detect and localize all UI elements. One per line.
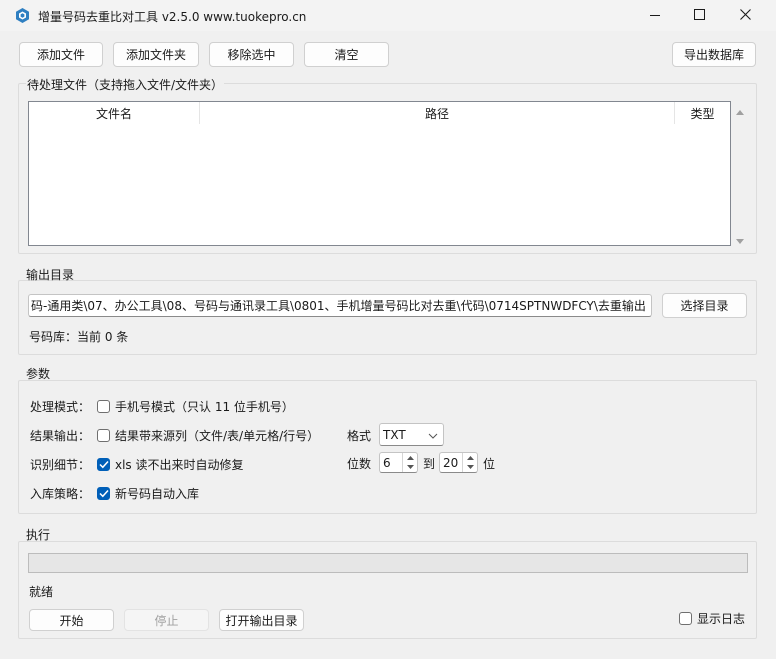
execute-title: 执行 [26, 528, 51, 542]
spin-up-icon[interactable] [403, 453, 417, 463]
params-title: 参数 [26, 367, 51, 381]
digits-min-spinbox[interactable]: 6 [379, 452, 418, 473]
store-label: 入库策略： [30, 487, 91, 501]
close-button[interactable] [722, 0, 768, 31]
add-file-button[interactable]: 添加文件 [19, 42, 103, 67]
pending-files-title: 待处理文件（支持拖入文件/文件夹） [26, 76, 225, 93]
minimize-button[interactable] [632, 0, 678, 31]
result-source-checkbox[interactable] [97, 429, 110, 442]
output-directory-group [18, 280, 757, 355]
digits-max-value: 20 [443, 455, 459, 470]
spin-up-icon[interactable] [463, 453, 477, 463]
scroll-up-icon[interactable] [735, 105, 745, 119]
column-header-path[interactable]: 路径 [200, 102, 674, 124]
file-list[interactable]: 文件名 路径 类型 [28, 101, 731, 246]
progress-bar [28, 553, 748, 573]
checkmark-icon [98, 487, 109, 501]
detail-label: 识别细节： [30, 458, 91, 472]
spin-down-icon[interactable] [403, 463, 417, 473]
show-log-checkbox[interactable] [679, 612, 692, 625]
minimize-icon [650, 9, 660, 23]
mode-checkbox[interactable] [97, 400, 110, 413]
column-header-filename[interactable]: 文件名 [29, 102, 199, 124]
digits-unit-label: 位 [483, 457, 496, 471]
auto-store-checkbox[interactable] [97, 487, 110, 500]
chevron-down-icon [428, 428, 441, 442]
format-label: 格式 [347, 429, 372, 443]
digits-max-spinbox[interactable]: 20 [439, 452, 478, 473]
stop-button[interactable]: 停止 [124, 609, 209, 631]
show-log-label[interactable]: 显示日志 [697, 610, 745, 627]
mode-label: 处理模式： [30, 400, 91, 414]
start-button[interactable]: 开始 [29, 609, 114, 631]
window-title: 增量号码去重比对工具 v2.5.0 www.tuokepro.cn [38, 10, 307, 24]
spin-down-icon[interactable] [463, 463, 477, 473]
remove-selected-button[interactable]: 移除选中 [209, 42, 294, 67]
clear-button[interactable]: 清空 [304, 42, 389, 67]
app-icon [14, 7, 31, 24]
output-path-input[interactable]: 码-通用类\07、办公工具\08、号码与通讯录工具\0801、手机增量号码比对去… [28, 294, 652, 317]
result-label: 结果输出： [30, 429, 91, 443]
status-text: 就绪 [29, 585, 54, 599]
scroll-down-icon[interactable] [735, 235, 745, 249]
add-folder-button[interactable]: 添加文件夹 [113, 42, 199, 67]
format-value: TXT [383, 427, 406, 442]
format-select[interactable]: TXT [379, 423, 444, 446]
detail-option-label[interactable]: xls 读不出来时自动修复 [115, 456, 244, 473]
digits-min-value: 6 [383, 455, 391, 470]
auto-repair-checkbox[interactable] [97, 458, 110, 471]
output-path-value: 码-通用类\07、办公工具\08、号码与通讯录工具\0801、手机增量号码比对去… [31, 299, 646, 313]
open-output-button[interactable]: 打开输出目录 [219, 609, 304, 631]
maximize-icon [693, 8, 705, 23]
choose-directory-button[interactable]: 选择目录 [662, 293, 747, 318]
export-database-button[interactable]: 导出数据库 [672, 42, 756, 67]
output-directory-title: 输出目录 [26, 268, 75, 282]
database-status: 号码库：当前 0 条 [29, 330, 129, 344]
checkmark-icon [98, 458, 109, 472]
file-list-scrollbar[interactable] [733, 102, 747, 246]
digits-label: 位数 [347, 457, 372, 471]
digits-to-label: 到 [423, 457, 436, 471]
title-bar: 增量号码去重比对工具 v2.5.0 www.tuokepro.cn [0, 0, 776, 31]
store-option-label[interactable]: 新号码自动入库 [115, 485, 199, 502]
column-header-type[interactable]: 类型 [675, 102, 730, 124]
result-option-label[interactable]: 结果带来源列（文件/表/单元格/行号） [115, 427, 319, 444]
close-icon [739, 8, 751, 23]
maximize-button[interactable] [676, 0, 722, 31]
mode-option-label[interactable]: 手机号模式（只认 11 位手机号） [115, 398, 294, 415]
